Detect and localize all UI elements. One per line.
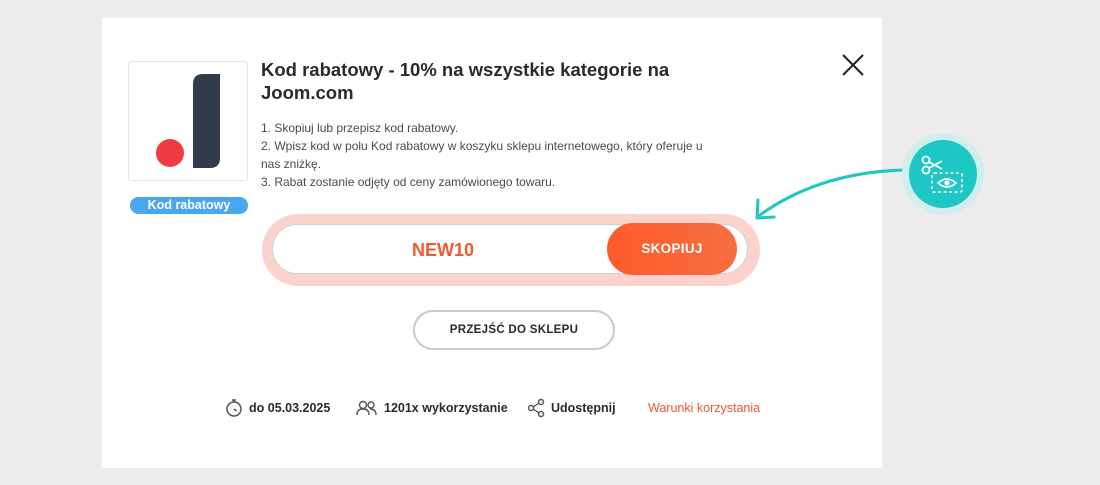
coupon-code-box: NEW10 SKOPIUJ: [262, 214, 760, 286]
usage-info: 1201x wykorzystanie: [355, 398, 508, 418]
arrow-icon: [755, 168, 907, 220]
coupon-title: Kod rabatowy - 10% na wszystkie kategori…: [261, 59, 670, 103]
instruction-step: 2. Wpisz kod w polu Kod rabatowy w koszy…: [261, 139, 703, 171]
instruction-step: 1. Skopiuj lub przepisz kod rabatowy.: [261, 121, 459, 135]
instruction-step: 3. Rabat zostanie odjęty od ceny zamówio…: [261, 175, 556, 189]
stopwatch-icon: [226, 399, 242, 417]
share-label: Udostępnij: [551, 401, 616, 415]
go-to-shop-button[interactable]: PRZEJŚĆ DO SKLEPU: [413, 310, 615, 350]
coupon-reveal-badge: [902, 133, 984, 215]
scissors-coupon-icon: [909, 140, 977, 208]
coupon-type-badge: Kod rabatowy: [130, 197, 248, 214]
share-button[interactable]: Udostępnij: [526, 398, 616, 418]
coupon-code[interactable]: NEW10: [273, 225, 613, 275]
share-icon: [527, 398, 545, 418]
terms-link[interactable]: Warunki korzystania: [648, 398, 760, 418]
close-icon: [842, 54, 864, 76]
joom-logo: [156, 74, 220, 168]
usage-count: 1201x wykorzystanie: [384, 401, 508, 415]
coupon-code-field[interactable]: NEW10 SKOPIUJ: [272, 223, 748, 275]
expiry-date: do 05.03.2025: [249, 401, 331, 415]
close-button[interactable]: [840, 52, 866, 78]
expiry-info: do 05.03.2025: [224, 398, 330, 418]
copy-code-button[interactable]: SKOPIUJ: [607, 223, 737, 275]
store-logo: [128, 61, 248, 181]
instructions-list: 1. Skopiuj lub przepisz kod rabatowy. 2.…: [261, 119, 711, 191]
users-icon: [356, 400, 377, 416]
coupon-modal: Kod rabatowy Kod rabatowy - 10% na wszys…: [102, 18, 882, 468]
